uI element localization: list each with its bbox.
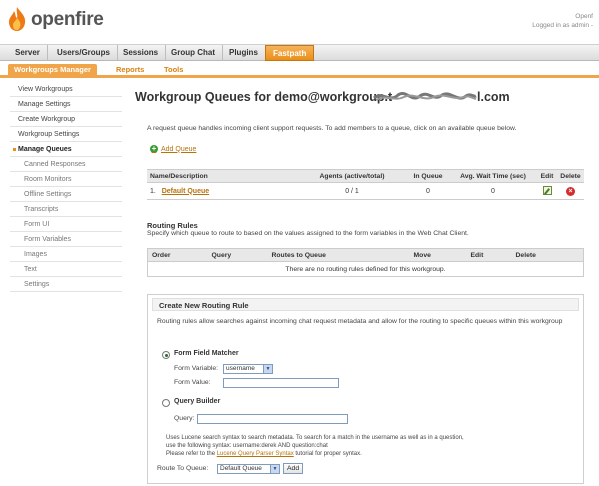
routing-table: Order Query Routes to Queue Move Edit De…: [147, 248, 584, 277]
header-product-name: Openf: [575, 13, 593, 20]
sidebar-item-transcripts[interactable]: Transcripts: [10, 202, 122, 217]
query-input[interactable]: [197, 414, 348, 424]
edit-cell: [537, 182, 557, 200]
subtab-tools[interactable]: Tools: [158, 64, 189, 76]
sub-tabs: Workgroups Manager Reports Tools: [0, 62, 599, 78]
routing-rules-title: Routing Rules: [147, 221, 198, 230]
page-title: Workgroup Queues for demo@workgroup.t: [135, 90, 393, 104]
agents-cell: 0 / 1: [297, 182, 407, 200]
lucene-help-text: Uses Lucene search syntax to search meta…: [166, 434, 571, 458]
add-queue-link[interactable]: + Add Queue: [150, 145, 196, 153]
in-queue-cell: 0: [407, 182, 449, 200]
intro-text: A request queue handles incoming client …: [147, 125, 517, 132]
redaction-scribble: [373, 92, 477, 101]
openfire-logo-icon: [9, 7, 26, 31]
subtab-workgroups-manager[interactable]: Workgroups Manager: [8, 64, 97, 76]
form-field-matcher-radio[interactable]: [162, 351, 170, 359]
help-line-3-post: tutorial for proper syntax.: [293, 451, 362, 457]
sidebar-item-manage-settings[interactable]: Manage Settings: [10, 97, 122, 112]
col-delete: Delete: [557, 169, 584, 183]
tab-group-chat[interactable]: Group Chat: [164, 45, 223, 61]
create-routing-rule-panel: Create New Routing Rule Routing rules al…: [147, 294, 584, 484]
edit-icon[interactable]: [542, 185, 552, 195]
header-user-info: Openf Logged in as admin -: [532, 12, 593, 30]
sidebar-item-settings[interactable]: Settings: [10, 277, 122, 292]
sidebar-item-canned-responses[interactable]: Canned Responses: [10, 157, 122, 172]
row-number: 1.: [150, 187, 156, 195]
sidebar-item-form-ui[interactable]: Form UI: [10, 217, 122, 232]
add-rule-button[interactable]: Add: [283, 463, 304, 474]
sidebar-item-workgroup-settings[interactable]: Workgroup Settings: [10, 127, 122, 142]
chevron-down-icon: ▼: [270, 465, 279, 473]
query-builder-label: Query Builder: [174, 398, 221, 405]
col-rule-delete: Delete: [511, 248, 584, 262]
col-move: Move: [409, 248, 467, 262]
routing-rules-desc: Specify which queue to route to based on…: [147, 230, 469, 237]
form-value-label: Form Value:: [174, 379, 211, 386]
page-title-suffix: l.com: [477, 90, 510, 104]
route-to-queue-select[interactable]: Default Queue ▼: [217, 464, 280, 474]
col-routes-to: Routes to Queue: [267, 248, 410, 262]
help-line-2: use the following syntax: username:derek…: [166, 443, 328, 449]
queue-name-cell: 1. Default Queue: [147, 182, 297, 200]
tab-fastpath[interactable]: Fastpath: [265, 45, 315, 61]
sidebar: View Workgroups Manage Settings Create W…: [10, 82, 122, 292]
help-line-1: Uses Lucene search syntax to search meta…: [166, 435, 464, 441]
routing-empty-message: There are no routing rules defined for t…: [147, 261, 584, 277]
add-queue-label: Add Queue: [161, 145, 197, 153]
sidebar-item-manage-queues[interactable]: Manage Queues: [10, 142, 122, 157]
col-in-queue: In Queue: [407, 169, 449, 183]
help-line-3: Please refer to the Lucene Query Parser …: [166, 450, 571, 458]
col-agents: Agents (active/total): [297, 169, 407, 183]
sidebar-item-images[interactable]: Images: [10, 247, 122, 262]
tab-sessions[interactable]: Sessions: [116, 45, 167, 61]
form-variable-label: Form Variable:: [174, 365, 219, 372]
col-name: Name/Description: [147, 169, 297, 183]
tab-server[interactable]: Server: [8, 45, 48, 61]
form-variable-select[interactable]: username ▼: [223, 364, 273, 374]
table-row: There are no routing rules defined for t…: [147, 261, 584, 277]
sidebar-item-form-variables[interactable]: Form Variables: [10, 232, 122, 247]
add-icon: +: [150, 144, 158, 153]
create-routing-rule-title: Create New Routing Rule: [152, 298, 579, 311]
app-window: openfire Openf Logged in as admin - Serv…: [0, 0, 599, 486]
logo-text: openfire: [31, 9, 104, 30]
delete-icon[interactable]: ×: [566, 186, 575, 196]
tab-users-groups[interactable]: Users/Groups: [50, 45, 118, 61]
logged-in-text[interactable]: Logged in as admin -: [532, 21, 593, 30]
create-routing-rule-desc: Routing rules allow searches against inc…: [157, 318, 563, 325]
col-rule-edit: Edit: [466, 248, 512, 262]
query-label: Query:: [174, 415, 195, 422]
route-to-queue-label: Route To Queue:: [157, 465, 209, 472]
sidebar-item-text[interactable]: Text: [10, 262, 122, 277]
sidebar-item-offline-settings[interactable]: Offline Settings: [10, 187, 122, 202]
queue-table-header: Name/Description Agents (active/total) I…: [147, 169, 584, 183]
route-to-queue-value: Default Queue: [220, 465, 262, 472]
form-field-matcher-label: Form Field Matcher: [174, 350, 239, 357]
col-query: Query: [207, 248, 268, 262]
routing-table-header: Order Query Routes to Queue Move Edit De…: [147, 248, 584, 262]
lucene-syntax-link[interactable]: Lucene Query Parser Syntax: [217, 451, 294, 457]
chevron-down-icon: ▼: [263, 365, 272, 373]
avg-wait-cell: 0: [449, 182, 537, 200]
col-edit: Edit: [537, 169, 557, 183]
queue-table: Name/Description Agents (active/total) I…: [147, 169, 584, 200]
table-row: 1. Default Queue 0 / 1 0 0 ×: [147, 182, 584, 200]
delete-cell: ×: [557, 182, 584, 200]
query-builder-radio[interactable]: [162, 399, 170, 407]
main-tabs: Server Users/Groups Sessions Group Chat …: [0, 44, 599, 61]
tab-plugins[interactable]: Plugins: [222, 45, 266, 61]
sidebar-item-view-workgroups[interactable]: View Workgroups: [10, 82, 122, 97]
queue-link-default[interactable]: Default Queue: [162, 188, 209, 195]
header: openfire Openf Logged in as admin -: [0, 0, 599, 44]
form-variable-value: username: [226, 365, 255, 372]
form-value-input[interactable]: [223, 378, 339, 388]
sidebar-item-room-monitors[interactable]: Room Monitors: [10, 172, 122, 187]
col-order: Order: [147, 248, 208, 262]
col-avg-wait: Avg. Wait Time (sec): [449, 169, 537, 183]
help-line-3-pre: Please refer to the: [166, 451, 217, 457]
subtab-reports[interactable]: Reports: [110, 64, 150, 76]
sidebar-item-create-workgroup[interactable]: Create Workgroup: [10, 112, 122, 127]
